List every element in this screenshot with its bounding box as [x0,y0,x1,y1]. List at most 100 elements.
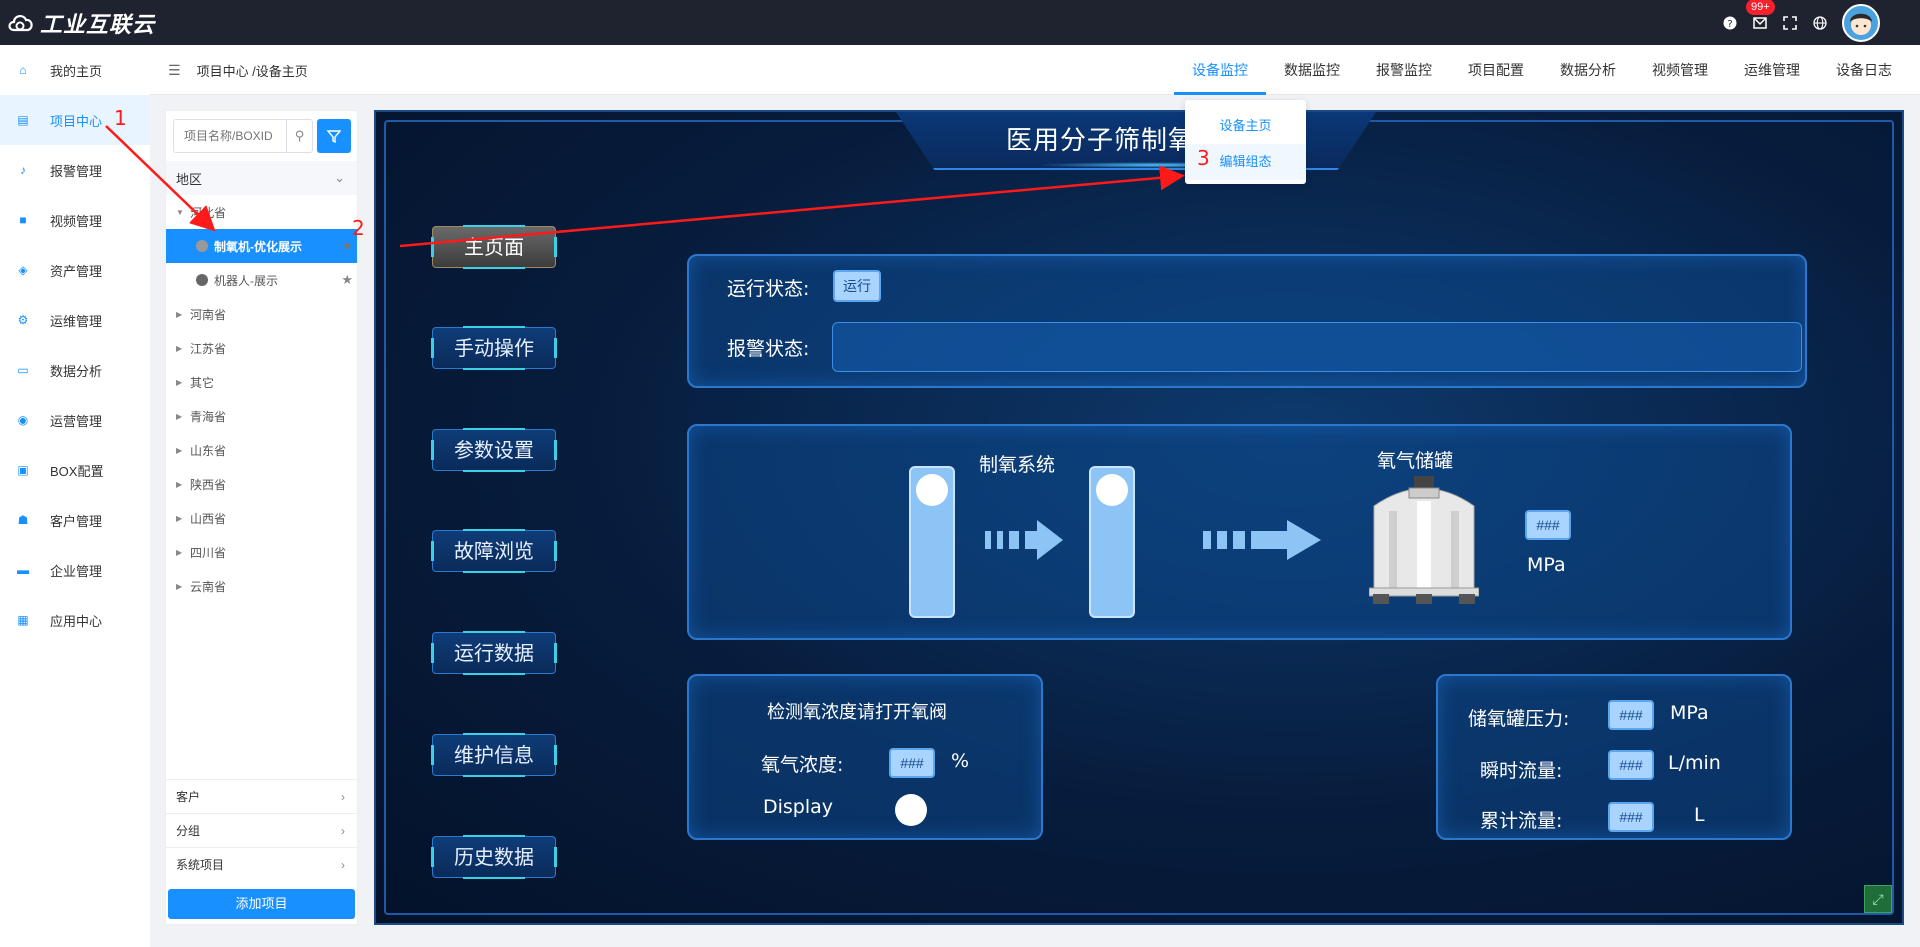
tree-node[interactable]: ▶ 山东省 [166,433,357,467]
users-icon: ☗ [17,513,29,527]
valve-knob [1096,474,1128,506]
filter-button[interactable] [317,119,351,153]
tree-node-label: 陕西省 [190,477,227,492]
add-project-button[interactable]: 添加项目 [168,889,355,919]
nav-item-video[interactable]: ■ 视频管理 [0,195,150,245]
tab-ops[interactable]: 运维管理 [1726,45,1818,95]
caret-right-icon: ▶ [176,581,183,591]
nav-item-asset[interactable]: ◈ 资产管理 [0,245,150,295]
logo[interactable]: 工业互联云 [6,8,155,38]
hmi-btn-faults[interactable]: 故障浏览 [431,529,557,573]
nav-item-alarm[interactable]: ♪ 报警管理 [0,145,150,195]
star-icon[interactable]: ★ [341,238,353,254]
tree-node[interactable]: ▶ 河南省 [166,297,357,331]
process-panel: 制氧系统 氧气储罐 ### MPa [687,424,1792,640]
section-label: 分组 [176,824,201,838]
box-icon: ▣ [17,463,29,477]
mail-icon[interactable]: 99+ [1746,0,1775,31]
nav-item-box-config[interactable]: ▣ BOX配置 [0,445,150,495]
hmi-btn-maintenance[interactable]: 维护信息 [431,733,557,777]
dropdown-item-device-home[interactable]: 设备主页 [1185,108,1306,144]
menu-toggle-icon[interactable]: ☰ [168,62,181,79]
tree-item-label: 制氧机-优化展示 [214,239,302,254]
section-group[interactable]: 分组 › [166,813,357,847]
nav-item-enterprise[interactable]: ▬ 企业管理 [0,545,150,595]
chevron-right-icon: › [341,857,345,872]
nav-item-ops[interactable]: ⚙ 运维管理 [0,295,150,345]
tab-device-monitor[interactable]: 设备监控 [1174,45,1266,95]
device-monitor-dropdown: 设备主页 编辑组态 [1185,100,1306,184]
display-label: Display [763,796,834,818]
tree-node-label: 河北省 [190,205,227,220]
tab-video[interactable]: 视频管理 [1634,45,1726,95]
tree-item-selected[interactable]: 制氧机-优化展示 ★ [166,229,357,263]
tree-node[interactable]: ▶ 云南省 [166,569,357,603]
annotation-3: 3 [1197,146,1210,170]
help-icon[interactable]: ? [1722,15,1738,31]
tree-node[interactable]: ▶ 四川省 [166,535,357,569]
device-status-dot [196,274,208,286]
caret-right-icon: ▶ [176,513,183,523]
search-input[interactable] [174,121,286,151]
region-header[interactable]: 地区 ⌄ [166,161,357,195]
globe-icon[interactable] [1812,15,1828,31]
gear-icon: ⚙ [17,313,29,327]
tank-stats-panel: 储氧罐压力: ### MPa 瞬时流量: ### L/min 累计流量: ###… [1436,674,1792,840]
nav-item-data-analysis[interactable]: ▭ 数据分析 [0,345,150,395]
breadcrumb-text: 项目中心 /设备主页 [196,63,308,79]
tree-node[interactable]: ▶ 青海省 [166,399,357,433]
nav-item-customer[interactable]: ☗ 客户管理 [0,495,150,545]
header: ☰ 项目中心 /设备主页 设备监控 数据监控 报警监控 项目配置 数据分析 视频… [150,45,1920,95]
chevron-right-icon: › [341,823,345,838]
top-icons: ? 99+ [1722,0,1880,45]
tree-item[interactable]: 机器人-展示 ★ [166,263,357,297]
tree-node-root[interactable]: ▼ 河北省 [166,195,357,229]
hmi-btn-label: 手动操作 [454,336,534,360]
tree-node[interactable]: ▶ 其它 [166,365,357,399]
hmi-btn-manual[interactable]: 手动操作 [431,326,557,370]
hmi-btn-run-data[interactable]: 运行数据 [431,631,557,675]
tab-project-config[interactable]: 项目配置 [1450,45,1542,95]
top-bar: 工业互联云 ? 99+ [0,0,1920,45]
tab-alarm-monitor[interactable]: 报警监控 [1358,45,1450,95]
search-box: ⚲ [173,119,313,153]
canvas-fullscreen-button[interactable]: ⤢ [1864,885,1892,913]
tree-node[interactable]: ▶ 陕西省 [166,467,357,501]
top-menu: 设备监控 数据监控 报警监控 项目配置 数据分析 视频管理 运维管理 设备日志 [1174,45,1910,95]
filter-icon [327,130,341,143]
section-system-project[interactable]: 系统项目 › [166,847,357,881]
tree-node-label: 其它 [190,375,215,390]
run-status-label: 运行状态: [727,278,810,300]
nav-item-app-center[interactable]: ▦ 应用中心 [0,595,150,645]
oxygen-conc-value: ### [889,748,935,778]
tank-pressure-value: ### [1525,510,1571,540]
tab-device-log[interactable]: 设备日志 [1818,45,1910,95]
nav-item-home[interactable]: ⌂ 我的主页 [0,45,150,95]
search-icon[interactable]: ⚲ [286,120,312,152]
svg-text:?: ? [1727,19,1732,30]
oxygen-conc-label: 氧气浓度: [761,754,844,776]
fullscreen-icon[interactable] [1782,15,1798,31]
tab-data-analysis[interactable]: 数据分析 [1542,45,1634,95]
nav-label: 应用中心 [50,613,103,629]
nav-item-operation[interactable]: ◉ 运营管理 [0,395,150,445]
tree-node[interactable]: ▶ 江苏省 [166,331,357,365]
hmi-btn-params[interactable]: 参数设置 [431,428,557,472]
section-customer[interactable]: 客户 › [166,779,357,813]
breadcrumb: ☰ 项目中心 /设备主页 [168,45,308,95]
oxygen-hint: 检测氧浓度请打开氧阀 [767,702,947,723]
nav-item-project-center[interactable]: ▤ 项目中心 [0,95,150,145]
hmi-btn-history[interactable]: 历史数据 [431,835,557,879]
tab-data-monitor[interactable]: 数据监控 [1266,45,1358,95]
display-toggle[interactable] [895,794,927,826]
tree-node-label: 山西省 [190,511,227,526]
oxygen-panel: 检测氧浓度请打开氧阀 氧气浓度: ### % Display [687,674,1043,840]
avatar[interactable] [1842,3,1880,42]
tree-node[interactable]: ▶ 山西省 [166,501,357,535]
tree-node-label: 山东省 [190,443,227,458]
star-icon[interactable]: ★ [341,272,353,288]
valve-knob [916,474,948,506]
search-row: ⚲ [173,119,353,153]
annotation-2: 2 [352,216,365,240]
hmi-btn-main[interactable]: 主页面 [431,225,557,269]
